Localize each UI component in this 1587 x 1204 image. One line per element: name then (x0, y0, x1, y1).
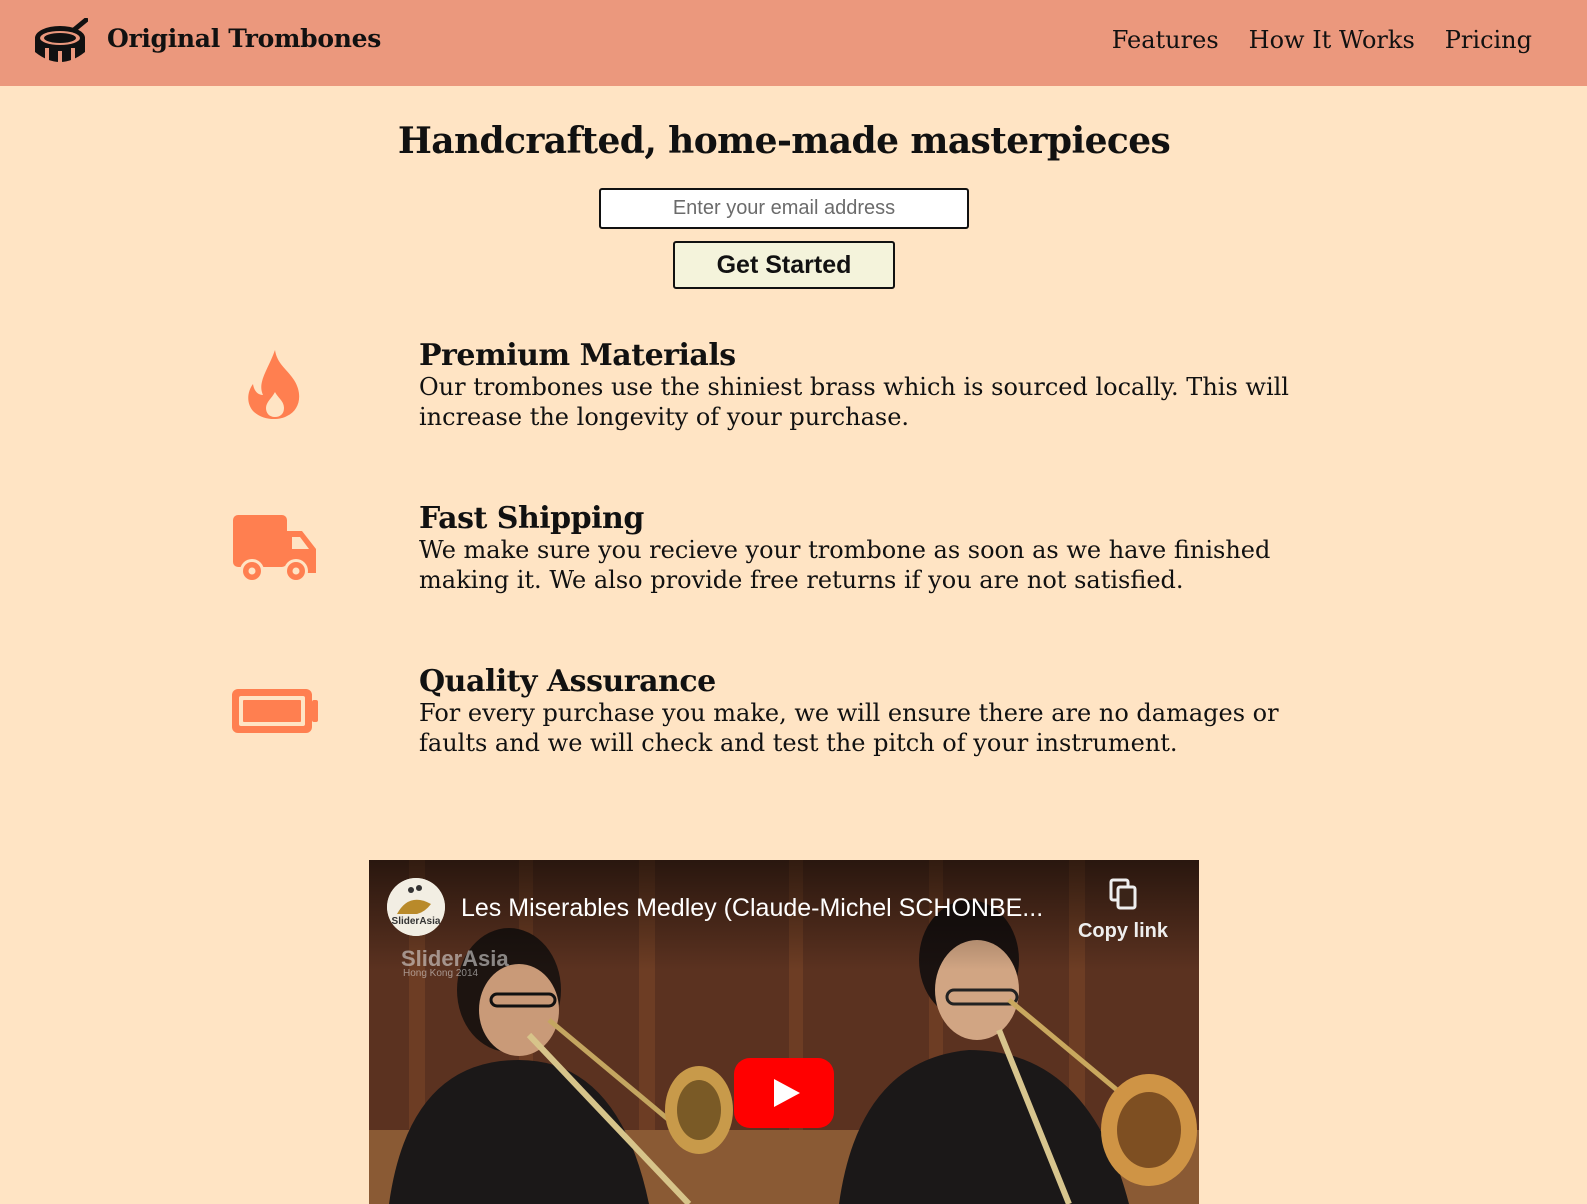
channel-avatar-label: SliderAsia (391, 916, 441, 927)
drum-icon[interactable] (34, 18, 88, 66)
brand-name: Original Trombones (107, 24, 381, 53)
channel-logo-icon (387, 878, 445, 936)
channel-avatar[interactable]: SliderAsia (387, 878, 445, 936)
site-header: Original Trombones Features How It Works… (0, 0, 1587, 86)
copy-link-button[interactable]: Copy link (1075, 878, 1171, 943)
fire-icon (248, 350, 300, 420)
youtube-play-button[interactable] (734, 1058, 834, 1128)
main-nav: Features How It Works Pricing (1112, 26, 1532, 54)
feature-description: For every purchase you make, we will ens… (419, 699, 1279, 757)
hero-title: Handcrafted, home-made masterpieces (397, 120, 1171, 162)
video-title[interactable]: Les Miserables Medley (Claude-Michel SCH… (461, 894, 1043, 923)
get-started-button[interactable]: Get Started (673, 241, 895, 289)
copy-link-label: Copy link (1077, 920, 1168, 942)
video-embed[interactable]: SliderAsia SliderAsia Hong Kong 2014 Les… (369, 860, 1199, 1204)
nav-link-pricing[interactable]: Pricing (1445, 26, 1532, 54)
feature-title: Fast Shipping (419, 501, 644, 536)
copy-icon (1109, 878, 1137, 910)
video-watermark-subtitle: Hong Kong 2014 (403, 968, 479, 979)
email-input[interactable] (599, 188, 969, 229)
feature-description: Our trombones use the shiniest brass whi… (419, 373, 1289, 431)
nav-link-features[interactable]: Features (1112, 26, 1219, 54)
battery-full-icon (232, 689, 318, 733)
nav-link-how-it-works[interactable]: How It Works (1249, 26, 1415, 54)
feature-title: Premium Materials (419, 338, 736, 373)
feature-description: We make sure you recieve your trombone a… (419, 536, 1271, 594)
truck-icon (233, 515, 316, 583)
feature-title: Quality Assurance (419, 664, 716, 699)
